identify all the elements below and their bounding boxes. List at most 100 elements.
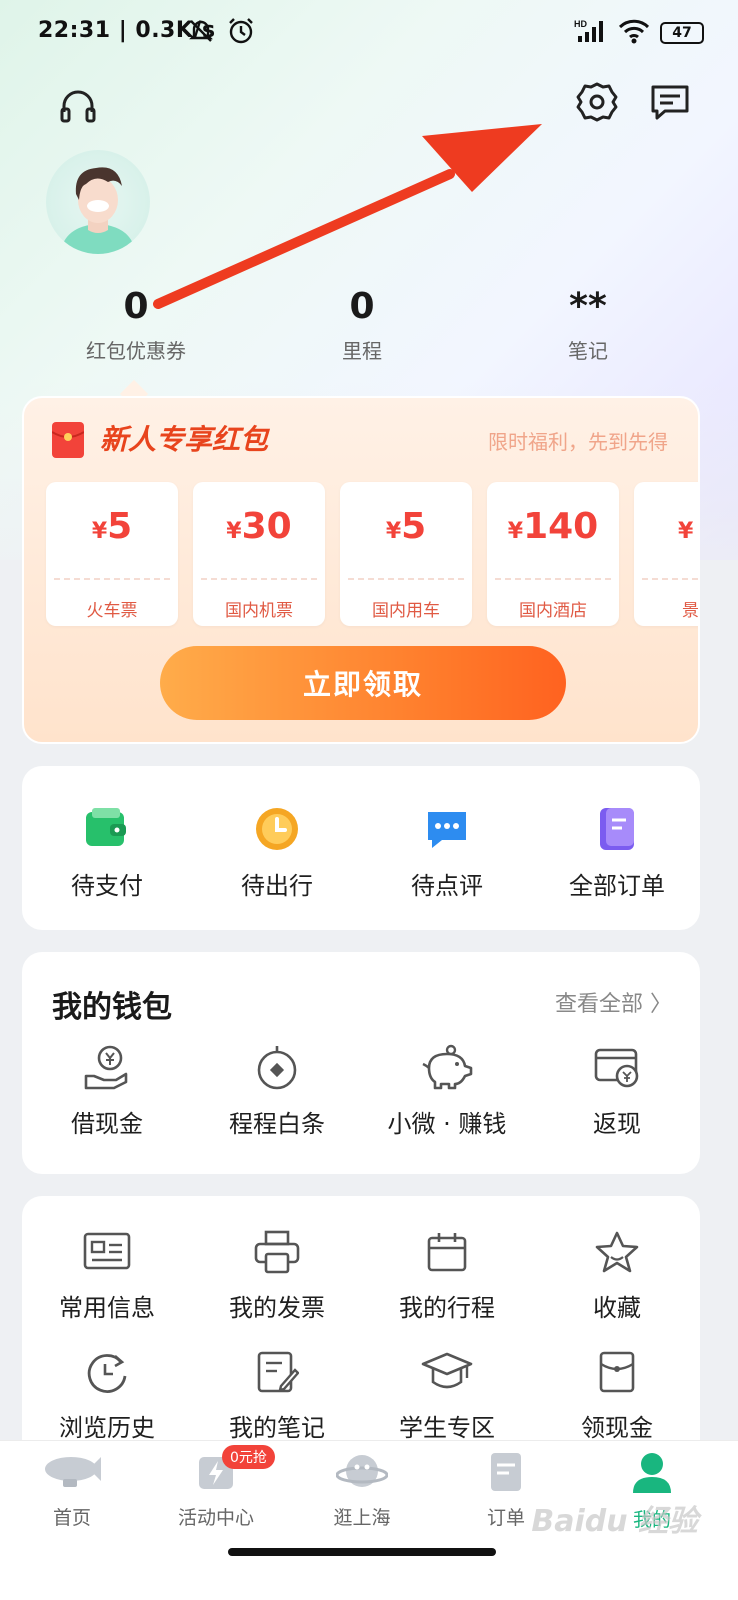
battery-indicator: 47 — [660, 22, 704, 44]
packet-title: 新人专享红包 — [100, 423, 269, 456]
new-user-red-packet-card[interactable]: 新人专享红包 限时福利，先到先得 ¥5 火车票 ¥30 国内机票 ¥5 国内用车… — [22, 396, 700, 744]
document-icon — [532, 806, 702, 856]
alarm-icon — [226, 16, 256, 50]
order-label: 待点评 — [411, 872, 483, 900]
stat-label: 红包优惠券 — [86, 339, 186, 363]
profile-icon — [592, 1451, 712, 1499]
service-label: 收藏 — [593, 1294, 641, 1322]
stat-value: 0 — [123, 286, 149, 327]
avatar[interactable] — [46, 150, 150, 254]
tab-label: 逛上海 — [333, 1507, 391, 1529]
avatar-illustration — [60, 167, 136, 254]
id-card-icon — [22, 1230, 192, 1278]
message-icon[interactable] — [646, 78, 694, 126]
claim-now-button[interactable]: 立即领取 — [160, 646, 566, 720]
note-edit-icon — [192, 1350, 362, 1398]
order-pending-trip[interactable]: 待出行 — [192, 806, 362, 901]
stat-label: 笔记 — [568, 339, 608, 363]
baidu-watermark: Baidu 经验 — [531, 1504, 698, 1539]
stat-notes[interactable]: ** 笔记 — [498, 286, 678, 364]
cash-hand-icon — [22, 1044, 192, 1094]
credit-icon — [192, 1044, 362, 1094]
tab-explore-shanghai[interactable]: 逛上海 — [302, 1451, 422, 1530]
coupon-train[interactable]: ¥5 火车票 — [46, 482, 178, 626]
stat-value: 0 — [349, 286, 375, 327]
tab-home[interactable]: 首页 — [12, 1451, 132, 1530]
coupon-divider — [642, 578, 698, 580]
wallet-borrow-cash[interactable]: 借现金 — [22, 1044, 192, 1139]
wallet-item-label: 返现 — [593, 1110, 641, 1138]
order-label: 待出行 — [241, 872, 313, 900]
status-right: HD 47 — [574, 18, 704, 48]
home-blimp-icon — [12, 1451, 132, 1497]
stat-coupons[interactable]: 0 红包优惠券 — [46, 286, 226, 364]
coupon-label: 国内用车 — [372, 601, 440, 621]
tab-activity-center[interactable]: 0元抢 活动中心 — [156, 1445, 276, 1530]
wallet-title: 我的钱包 — [52, 990, 172, 1025]
wallet-item-label: 程程白条 — [229, 1110, 325, 1138]
service-label: 我的行程 — [399, 1294, 495, 1322]
coupon-flight[interactable]: ¥30 国内机票 — [193, 482, 325, 626]
headset-icon[interactable] — [54, 82, 102, 130]
coupon-divider — [495, 578, 611, 580]
coupon-amount: ¥ — [678, 519, 694, 544]
envelope-icon — [532, 1350, 702, 1398]
tab-label: 活动中心 — [177, 1507, 254, 1529]
coupon-label: 火车票 — [86, 601, 138, 621]
tab-label: 首页 — [52, 1507, 91, 1529]
coupon-label: 景 — [682, 601, 699, 621]
wallet-icon — [22, 806, 192, 856]
order-all[interactable]: 全部订单 — [532, 806, 702, 901]
order-pending-review[interactable]: 待点评 — [362, 806, 532, 901]
signal-icon: HD — [574, 18, 608, 48]
wifi-icon — [618, 18, 650, 48]
service-label: 我的发票 — [229, 1294, 325, 1322]
comment-icon — [362, 806, 532, 856]
service-invoices[interactable]: 我的发票 — [192, 1230, 362, 1323]
home-indicator[interactable] — [228, 1548, 496, 1556]
coupon-amount: ¥140 — [507, 506, 599, 547]
coupon-divider — [54, 578, 170, 580]
stat-label: 里程 — [342, 339, 382, 363]
service-itinerary[interactable]: 我的行程 — [362, 1230, 532, 1323]
svg-text:HD: HD — [574, 19, 587, 29]
coupon-amount: ¥30 — [226, 506, 292, 547]
orders-card: 待支付 待出行 待点评 全部订单 — [22, 766, 700, 930]
coupon-amount: ¥5 — [385, 506, 427, 547]
coupon-amount: ¥5 — [91, 506, 133, 547]
wallet-view-all-link[interactable]: 查看全部 〉 — [555, 986, 672, 1018]
wallet-credit[interactable]: 程程白条 — [192, 1044, 362, 1139]
wallet-micro-earn[interactable]: 小微 · 赚钱 — [362, 1044, 532, 1139]
service-my-notes[interactable]: 我的笔记 — [192, 1350, 362, 1443]
order-pending-payment[interactable]: 待支付 — [22, 806, 192, 901]
service-label: 领现金 — [581, 1414, 653, 1442]
service-student-zone[interactable]: 学生专区 — [362, 1350, 532, 1443]
calendar-icon — [362, 1230, 532, 1278]
gear-icon[interactable] — [573, 78, 621, 126]
graduation-cap-icon — [362, 1350, 532, 1398]
wallet-cashback[interactable]: 返现 — [532, 1044, 702, 1139]
wallet-item-label: 小微 · 赚钱 — [387, 1110, 507, 1138]
coupon-label: 国内酒店 — [519, 601, 587, 621]
order-icon — [446, 1451, 566, 1497]
service-label: 我的笔记 — [229, 1414, 325, 1442]
service-history[interactable]: 浏览历史 — [22, 1350, 192, 1443]
service-label: 常用信息 — [59, 1294, 155, 1322]
planet-icon — [302, 1451, 422, 1497]
service-label: 学生专区 — [399, 1414, 495, 1442]
cashback-card-icon — [532, 1044, 702, 1094]
star-icon — [532, 1230, 702, 1278]
coupon-hotel[interactable]: ¥140 国内酒店 — [487, 482, 619, 626]
wallet-item-label: 借现金 — [71, 1110, 143, 1138]
service-common-info[interactable]: 常用信息 — [22, 1230, 192, 1323]
service-label: 浏览历史 — [59, 1414, 155, 1442]
stat-mileage[interactable]: 0 里程 — [272, 286, 452, 364]
service-favorites[interactable]: 收藏 — [532, 1230, 702, 1323]
coupon-divider — [348, 578, 464, 580]
coupon-scenic[interactable]: ¥ 景 — [634, 482, 699, 626]
coupon-car[interactable]: ¥5 国内用车 — [340, 482, 472, 626]
wallet-card: 我的钱包 查看全部 〉 借现金 程程白条 小微 · 赚钱 返现 — [22, 952, 700, 1174]
service-get-cash[interactable]: 领现金 — [532, 1350, 702, 1443]
order-label: 全部订单 — [569, 872, 665, 900]
clock-icon — [192, 806, 362, 856]
